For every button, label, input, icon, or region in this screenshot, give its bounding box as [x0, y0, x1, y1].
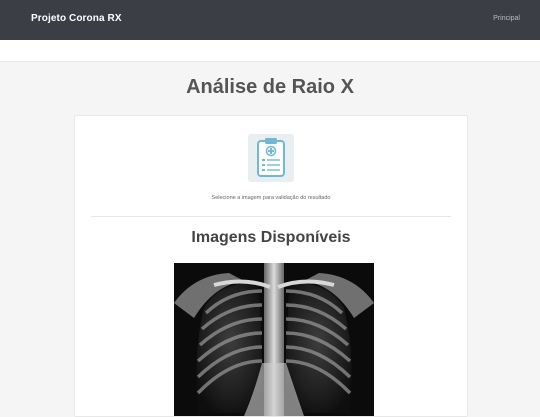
- nav-link-principal[interactable]: Principal: [493, 15, 520, 22]
- header-strip: [0, 40, 540, 62]
- gallery-title: Imagens Disponíveis: [191, 229, 351, 246]
- section-divider: [91, 216, 451, 217]
- upload-helper-text: Selecione a imagem para validação do res…: [211, 195, 331, 201]
- clipboard-medical-icon[interactable]: [248, 134, 294, 182]
- analysis-card: Selecione a imagem para validação do res…: [74, 115, 468, 417]
- chest-xray-image[interactable]: [174, 263, 374, 416]
- brand-link[interactable]: Projeto Corona RX: [31, 13, 122, 24]
- page-title: Análise de Raio X: [186, 76, 354, 98]
- top-navbar: Projeto Corona RX Principal: [0, 0, 540, 40]
